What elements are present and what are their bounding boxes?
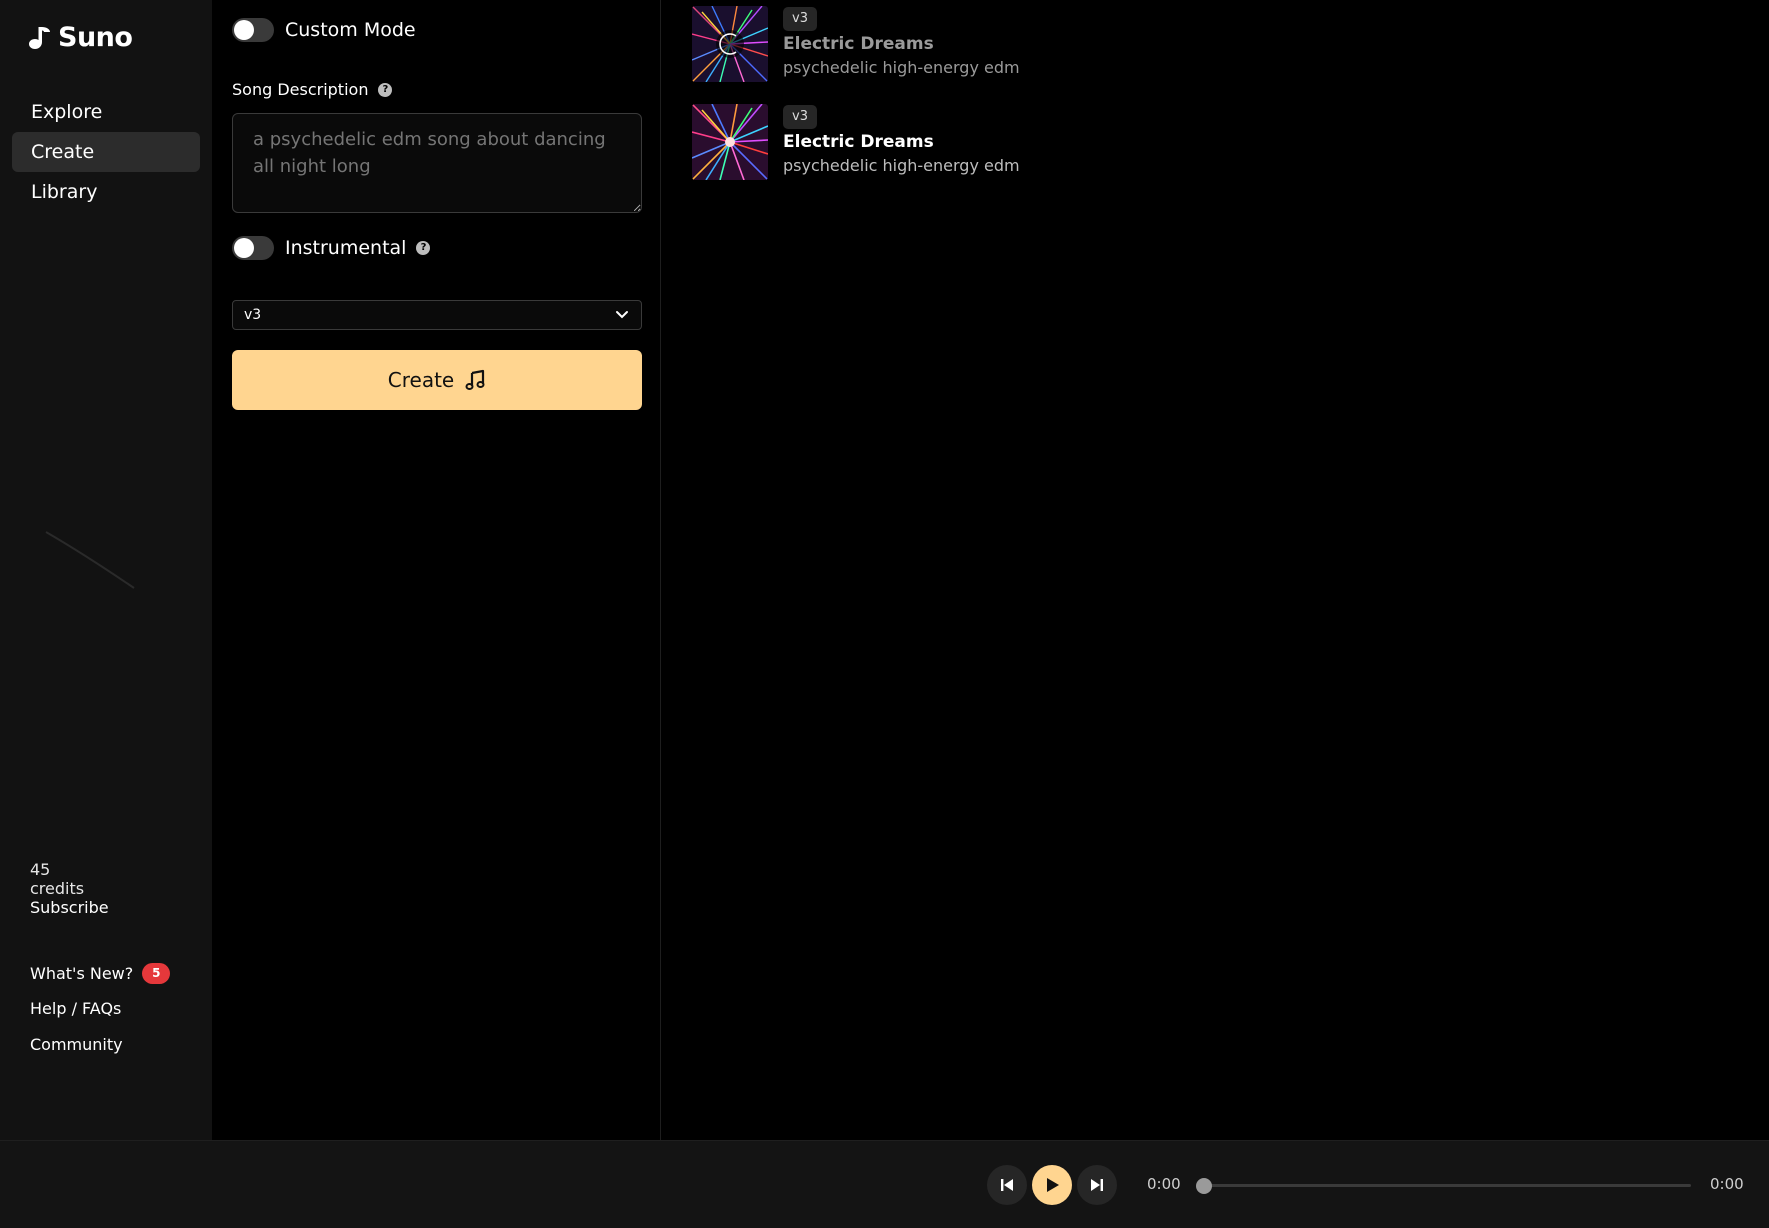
play-button[interactable] (1032, 1165, 1072, 1205)
sidebar-item-create[interactable]: Create (12, 132, 200, 172)
instrumental-label: Instrumental (285, 237, 407, 259)
progress-slider[interactable] (1196, 1178, 1691, 1194)
decorative-stroke (45, 531, 135, 589)
burst-artwork (692, 104, 768, 180)
logo-text: Suno (58, 22, 133, 53)
song-title: Electric Dreams (783, 132, 934, 152)
player-bar: 0:00 0:00 (0, 1140, 1769, 1228)
song-description-label-row: Song Description ? (232, 80, 393, 99)
sidebar: Suno Explore Create Library 45 credits S… (0, 0, 212, 1140)
custom-mode-toggle[interactable] (232, 18, 274, 42)
next-button[interactable] (1077, 1165, 1117, 1205)
song-description-input[interactable] (232, 113, 642, 213)
create-button-label: Create (387, 368, 455, 392)
song-cover-image (692, 104, 768, 180)
help-icon[interactable]: ? (416, 241, 431, 255)
version-badge: v3 (783, 7, 817, 31)
help-faqs-link[interactable]: Help / FAQs (30, 999, 121, 1018)
suno-app: Suno Explore Create Library 45 credits S… (0, 0, 1769, 1228)
help-icon[interactable]: ? (378, 82, 393, 97)
logo[interactable]: Suno (28, 22, 133, 53)
create-form-panel: Custom Mode Song Description ? Instrumen… (212, 0, 661, 1140)
previous-button[interactable] (987, 1165, 1027, 1205)
music-note-icon (465, 369, 485, 390)
song-item[interactable]: v3 Electric Dreams psychedelic high-ener… (692, 104, 1092, 180)
current-time: 0:00 (1147, 1175, 1181, 1193)
whats-new-label: What's New? (30, 964, 134, 983)
song-cover-image (692, 6, 768, 82)
sidebar-item-library[interactable]: Library (12, 172, 200, 212)
instrumental-toggle[interactable] (232, 236, 274, 260)
instrumental-row: Instrumental ? (232, 236, 431, 260)
suno-logo-icon (29, 26, 50, 49)
skip-back-icon (1001, 1179, 1013, 1191)
sidebar-item-explore[interactable]: Explore (12, 92, 200, 132)
song-tags: psychedelic high-energy edm (783, 58, 1020, 77)
progress-thumb[interactable] (1196, 1178, 1212, 1194)
custom-mode-label: Custom Mode (285, 19, 416, 41)
version-badge: v3 (783, 105, 817, 129)
chevron-down-icon (616, 311, 628, 319)
song-title: Electric Dreams (783, 34, 934, 54)
model-version-select[interactable]: v3 (232, 300, 642, 330)
song-info: v3 Electric Dreams psychedelic high-ener… (783, 104, 1020, 180)
duration-time: 0:00 (1710, 1175, 1744, 1193)
skip-forward-icon (1091, 1179, 1103, 1191)
subscribe-link[interactable]: Subscribe (30, 898, 109, 917)
toggle-knob (234, 238, 254, 258)
notification-badge: 5 (142, 963, 171, 984)
model-version-value: v3 (244, 307, 262, 323)
toggle-knob (234, 20, 254, 40)
whats-new-link[interactable]: What's New? 5 (30, 963, 171, 984)
custom-mode-row: Custom Mode (232, 18, 416, 42)
song-description-label: Song Description (232, 80, 369, 99)
burst-artwork (692, 6, 768, 82)
sidebar-nav: Explore Create Library (12, 92, 200, 212)
song-info: v3 Electric Dreams psychedelic high-ener… (783, 6, 1020, 82)
song-tags: psychedelic high-energy edm (783, 156, 1020, 175)
song-item[interactable]: v3 Electric Dreams psychedelic high-ener… (692, 6, 1092, 82)
play-icon (1047, 1178, 1059, 1192)
create-button[interactable]: Create (232, 350, 642, 410)
community-link[interactable]: Community (30, 1035, 123, 1054)
credits-count: 45 credits (30, 860, 85, 898)
